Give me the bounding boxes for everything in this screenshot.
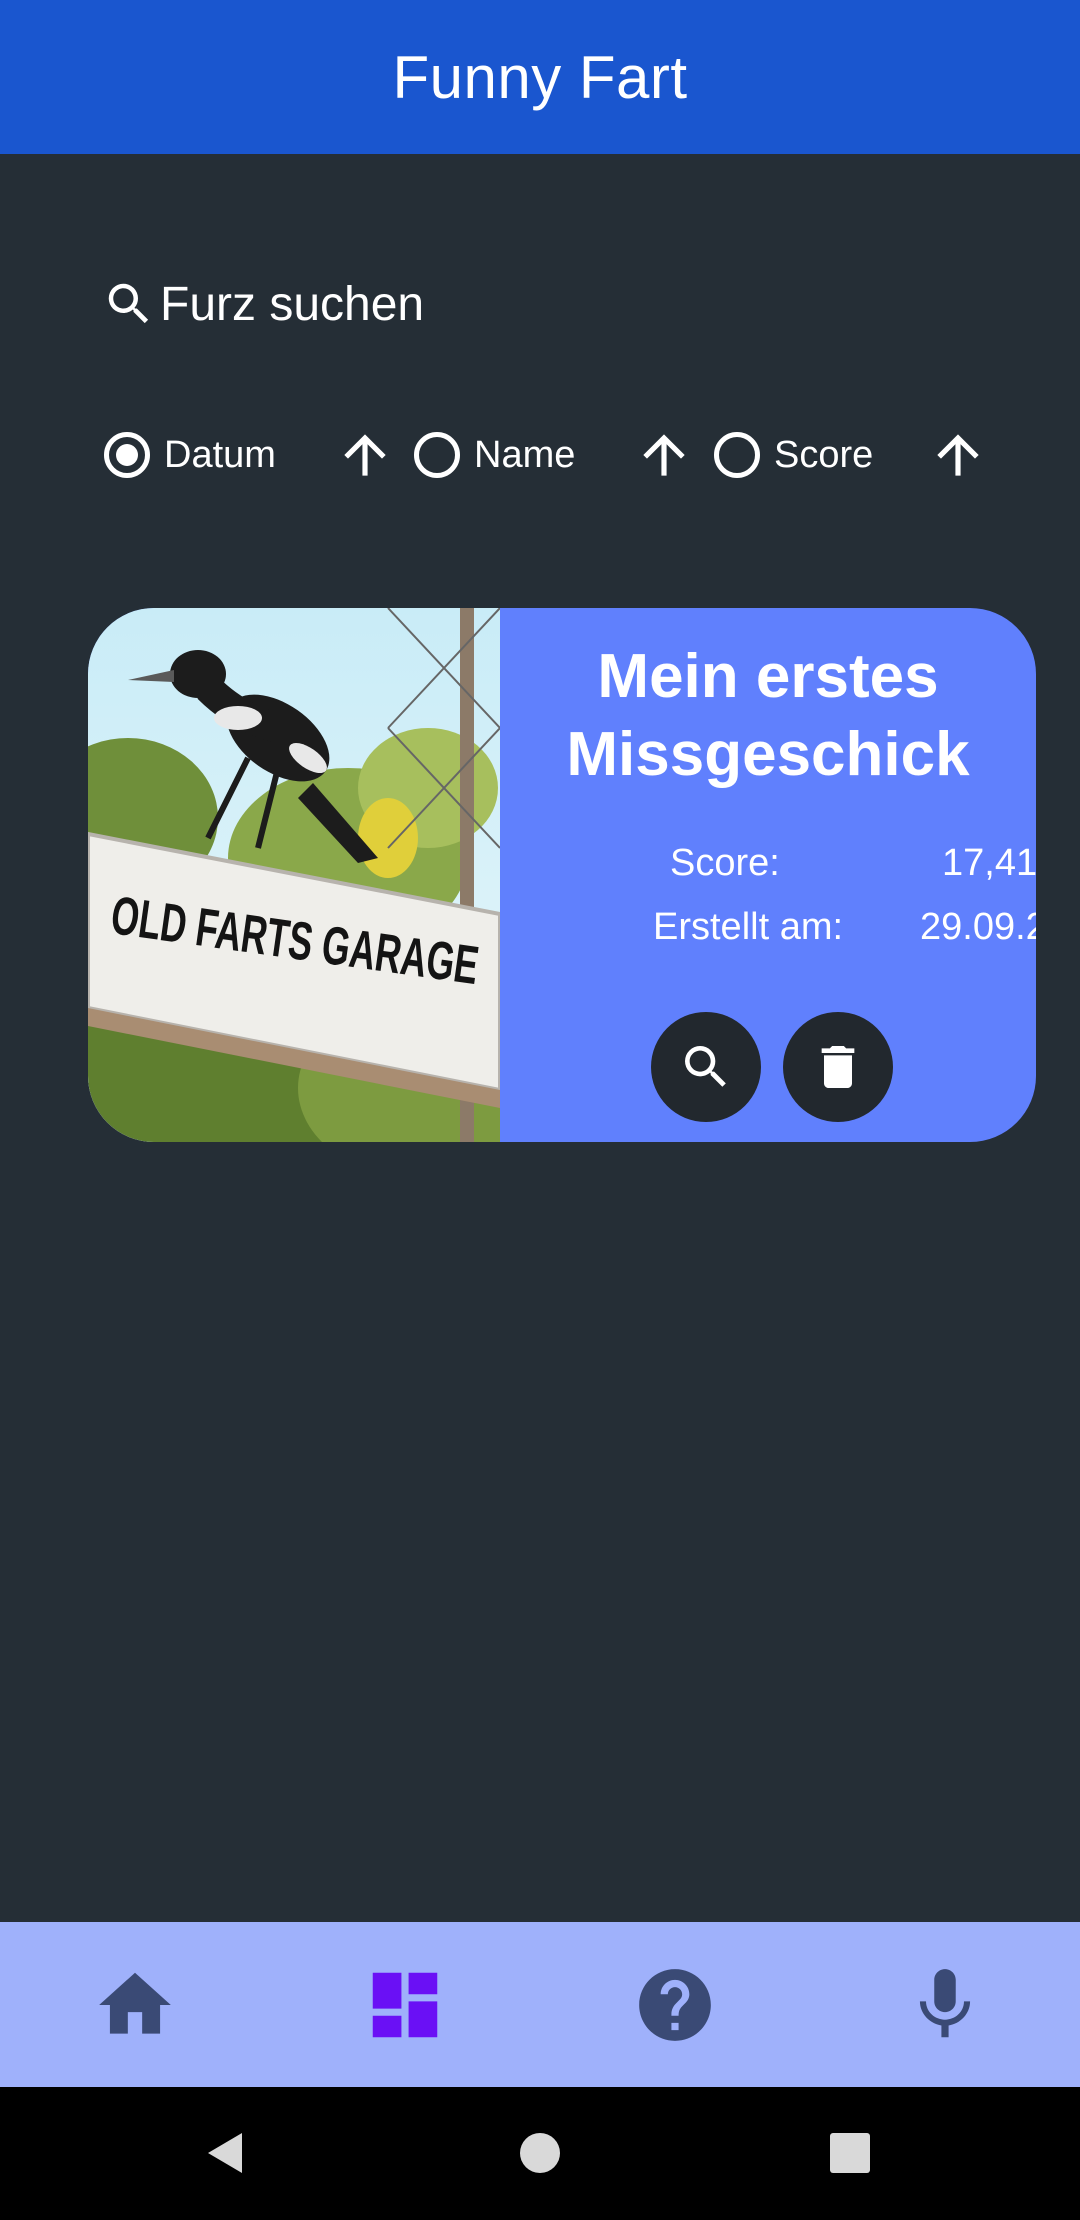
fart-card[interactable]: OLD FARTS GARAGE Mein erstes Missgeschic… (88, 608, 1036, 1142)
sort-label-datum: Datum (164, 433, 276, 476)
radio-score[interactable] (714, 432, 760, 478)
help-icon (639, 1968, 711, 2041)
created-label: Erstellt am: (653, 906, 844, 948)
sort-option-name[interactable]: Name (414, 420, 575, 490)
view-button[interactable] (651, 1012, 761, 1122)
recents-icon (830, 2133, 870, 2173)
radio-datum[interactable] (104, 432, 150, 478)
app-title: Funny Fart (392, 43, 688, 111)
search-icon (108, 283, 149, 324)
arrow-up-icon[interactable] (334, 424, 396, 486)
card-info: Mein erstes Missgeschick Score: 17,41 Er… (500, 608, 1036, 1142)
score-value: 17,41 (942, 842, 1036, 884)
search-field[interactable]: Furz suchen (102, 268, 424, 340)
arrow-up-icon[interactable] (927, 424, 989, 486)
sort-label-score: Score (774, 433, 874, 476)
card-title-line2: Missgeschick (566, 720, 970, 789)
sort-bar: Datum Name Score (0, 420, 1080, 490)
sort-label-name: Name (474, 433, 576, 476)
card-title-line1: Mein erstes (597, 642, 939, 711)
home-system-button[interactable] (500, 2113, 580, 2193)
nav-dashboard[interactable] (270, 1922, 540, 2087)
nav-record[interactable] (810, 1922, 1080, 2087)
back-icon (208, 2133, 242, 2173)
bottom-navigation (0, 1922, 1080, 2087)
card-photo-illustration: OLD FARTS GARAGE (88, 608, 500, 1142)
back-button[interactable] (186, 2113, 266, 2193)
home-icon (99, 1972, 171, 2034)
system-navigation-bar (0, 2087, 1080, 2220)
nav-help[interactable] (540, 1922, 810, 2087)
created-value: 29.09.2021 (920, 906, 1036, 948)
card-photo: OLD FARTS GARAGE (88, 608, 500, 1142)
sort-option-score[interactable]: Score (714, 420, 873, 490)
arrow-up-icon[interactable] (633, 424, 695, 486)
dashboard-icon (372, 1972, 438, 2037)
microphone-icon (919, 1968, 971, 2037)
recents-button[interactable] (810, 2113, 890, 2193)
sort-option-datum[interactable]: Datum (104, 420, 276, 490)
radio-name[interactable] (414, 432, 460, 478)
nav-home[interactable] (0, 1922, 270, 2087)
app-bar: Funny Fart (0, 0, 1080, 154)
home-circle-icon (520, 2133, 560, 2173)
score-label: Score: (670, 842, 780, 884)
card-title: Mein erstes Missgeschick (500, 638, 1036, 794)
search-placeholder: Furz suchen (160, 277, 425, 331)
search-icon (685, 1046, 726, 1087)
trash-icon (821, 1046, 855, 1088)
delete-button[interactable] (783, 1012, 893, 1122)
